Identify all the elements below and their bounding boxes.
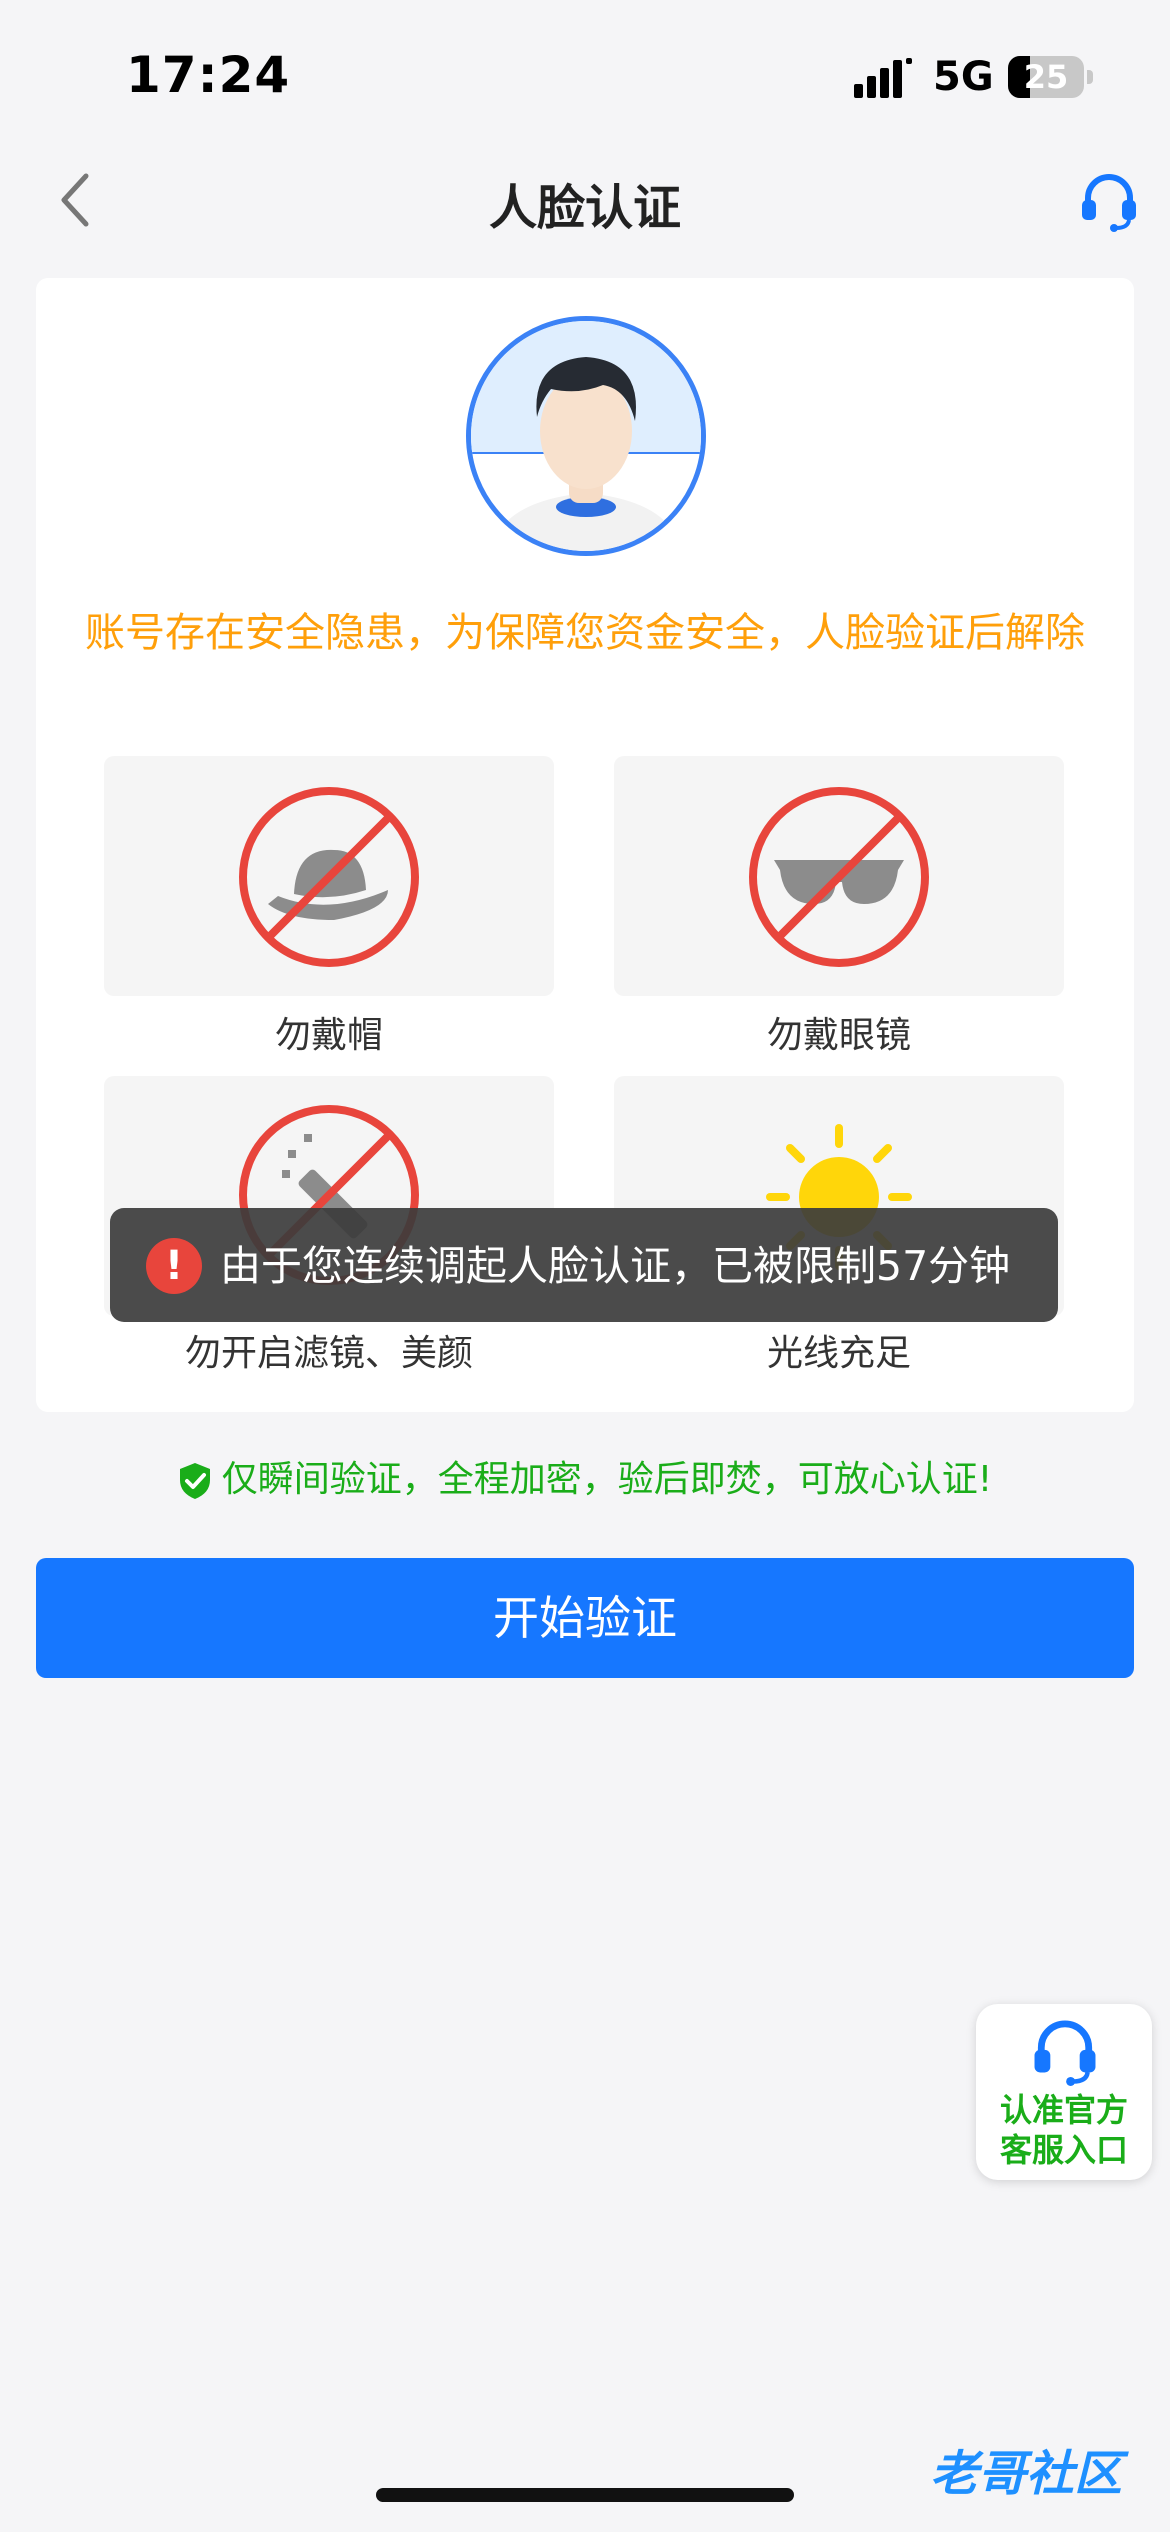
tip-label-no-hat: 勿戴帽	[274, 1015, 383, 1056]
face-avatar	[466, 316, 706, 556]
headset-icon[interactable]	[1078, 170, 1140, 232]
tip-label-no-filter: 勿开启滤镜、美颜	[184, 1333, 473, 1374]
watermark-logo: 老哥社区	[930, 2446, 1123, 2502]
error-icon: !	[146, 1238, 202, 1294]
support-headset-icon	[1034, 2020, 1096, 2086]
tip-label-good-light: 光线充足	[766, 1333, 911, 1374]
page-title: 人脸认证	[488, 180, 681, 236]
network-label: 5G	[933, 54, 994, 100]
assurance-text: 仅瞬间验证，全程加密，验后即焚，可放心认证!	[221, 1459, 993, 1500]
battery-tip	[1087, 70, 1093, 84]
shield-check-icon	[179, 1463, 210, 1499]
signal-icon	[854, 58, 912, 98]
home-indicator	[376, 2488, 794, 2502]
support-label-line1: 认准官方	[999, 2091, 1128, 2129]
status-time: 17:24	[126, 46, 291, 104]
no-hat-icon	[239, 787, 419, 967]
start-verification-button[interactable]: 开始验证	[36, 1558, 1134, 1678]
assurance-line: 仅瞬间验证，全程加密，验后即焚，可放心认证!	[0, 1450, 1170, 1502]
battery-icon: 25	[1008, 56, 1084, 98]
official-support-label[interactable]: 认准官方 客服入口	[976, 2090, 1152, 2170]
no-glasses-icon	[749, 787, 929, 967]
toast-message: 由于您连续调起人脸认证，已被限制57分钟	[220, 1242, 1011, 1290]
battery-level: 25	[1023, 58, 1069, 96]
security-warning: 账号存在安全隐患，为保障您资金安全，人脸验证后解除	[85, 610, 1085, 656]
tip-label-no-glasses: 勿戴眼镜	[766, 1015, 911, 1056]
support-label-line2: 客服入口	[999, 2131, 1128, 2169]
face-illustration-icon	[471, 321, 701, 551]
